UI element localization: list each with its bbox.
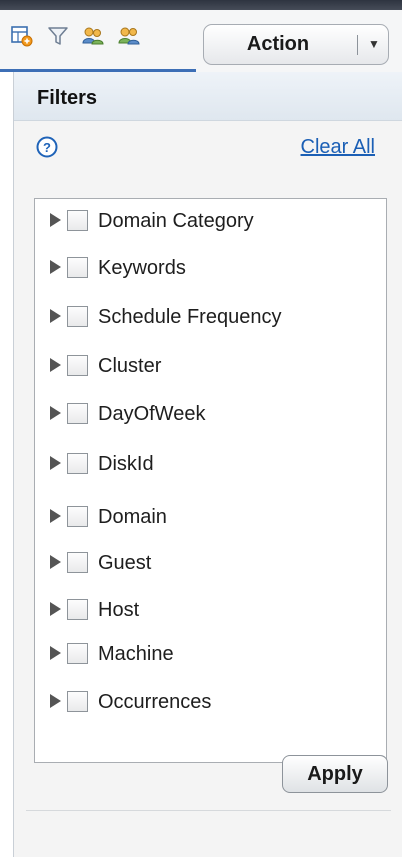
filter-icon[interactable] (46, 24, 70, 48)
filter-item: Cluster (35, 346, 386, 386)
column-chooser-icon[interactable] (10, 24, 34, 48)
expand-arrow-icon[interactable] (50, 646, 61, 660)
filters-panel: Filters ? Clear All Domain Category Keywo… (13, 72, 402, 857)
clear-all-link[interactable]: Clear All (301, 132, 375, 162)
expand-arrow-icon[interactable] (50, 358, 61, 372)
filter-item: Guest (35, 543, 386, 583)
filter-item: DiskId (35, 444, 386, 484)
filter-checkbox[interactable] (67, 643, 88, 664)
filter-label: Cluster (98, 355, 162, 377)
svg-text:?: ? (43, 140, 51, 155)
chevron-down-icon[interactable]: ▼ (363, 25, 385, 64)
action-button[interactable]: Action ▼ (203, 24, 389, 65)
filters-window: Action ▼ Filters ? Clear All Domain Cate… (0, 0, 402, 857)
filter-label: Machine (98, 643, 174, 665)
filter-label: DiskId (98, 453, 154, 475)
expand-arrow-icon[interactable] (50, 406, 61, 420)
expand-arrow-icon[interactable] (50, 213, 61, 227)
filter-checkbox[interactable] (67, 403, 88, 424)
filter-item: Domain (35, 497, 386, 537)
filter-label: Guest (98, 552, 152, 574)
filter-item: DayOfWeek (35, 394, 386, 434)
filter-item: Domain Category (35, 201, 386, 241)
panel-title: Filters (37, 87, 98, 109)
filter-checkbox[interactable] (67, 355, 88, 376)
filter-label: Host (98, 599, 140, 621)
filter-label: Occurrences (98, 691, 212, 713)
filter-label: Keywords (98, 257, 186, 279)
apply-button[interactable]: Apply (282, 755, 388, 793)
filter-checkbox[interactable] (67, 506, 88, 527)
filter-label: Schedule Frequency (98, 306, 282, 328)
filter-label: Domain Category (98, 210, 254, 232)
expand-arrow-icon[interactable] (50, 555, 61, 569)
action-button-label: Action (246, 33, 310, 55)
filter-label: Domain (98, 506, 167, 528)
expand-arrow-icon[interactable] (50, 509, 61, 523)
filter-item: Schedule Frequency (35, 297, 386, 337)
filter-checkbox[interactable] (67, 257, 88, 278)
filter-item: Machine (35, 634, 386, 674)
filter-checkbox[interactable] (67, 210, 88, 231)
filter-item: Keywords (35, 248, 386, 288)
window-top-strip (0, 0, 402, 10)
expand-arrow-icon[interactable] (50, 309, 61, 323)
filters-panel-header: Filters (14, 72, 402, 121)
filter-checkbox[interactable] (67, 453, 88, 474)
filter-checkbox[interactable] (67, 552, 88, 573)
expand-arrow-icon[interactable] (50, 602, 61, 616)
filter-label: DayOfWeek (98, 403, 206, 425)
users-icon[interactable] (81, 24, 105, 48)
toolbar: Action ▼ (0, 10, 402, 72)
user-group-icon[interactable] (116, 24, 140, 48)
filter-checkbox[interactable] (67, 599, 88, 620)
filter-checkbox[interactable] (67, 306, 88, 327)
filter-list: Domain Category Keywords Schedule Frequenc… (34, 198, 387, 763)
filter-item: Host (35, 590, 386, 630)
expand-arrow-icon[interactable] (50, 456, 61, 470)
help-icon[interactable]: ? (36, 136, 58, 158)
action-button-separator (357, 35, 358, 55)
filter-checkbox[interactable] (67, 691, 88, 712)
expand-arrow-icon[interactable] (50, 260, 61, 274)
panel-divider (26, 810, 391, 811)
expand-arrow-icon[interactable] (50, 694, 61, 708)
filter-item: Occurrences (35, 682, 386, 722)
